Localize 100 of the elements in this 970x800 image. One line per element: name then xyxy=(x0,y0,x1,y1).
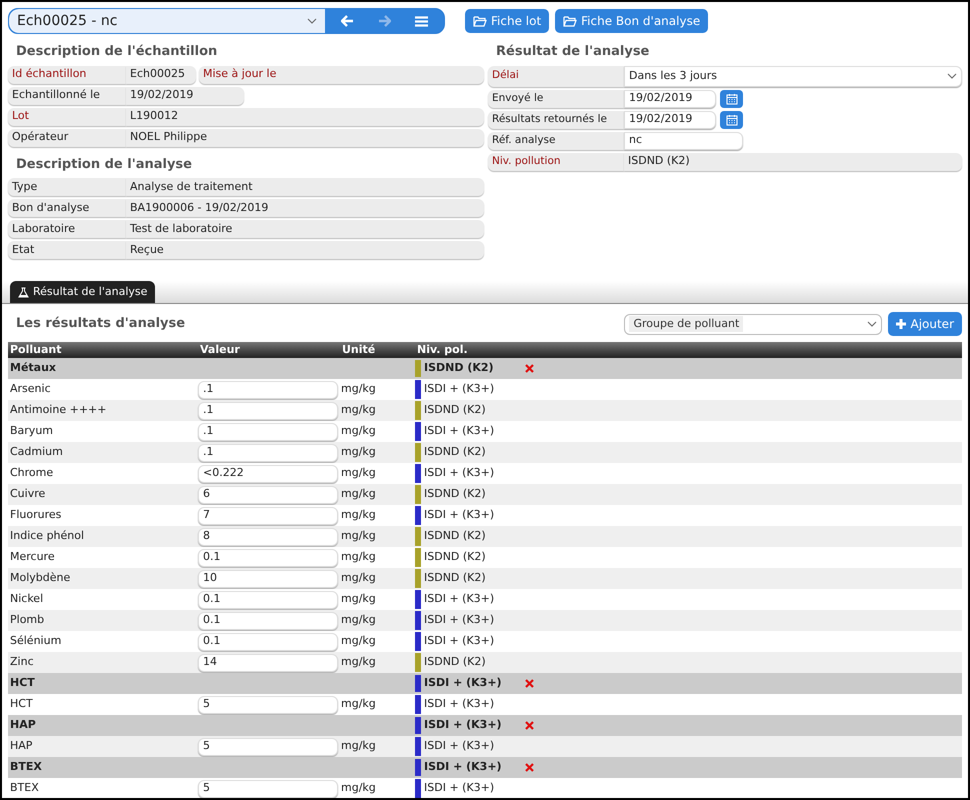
level-text: ISDND (K2) xyxy=(424,570,486,586)
pollutant-name: Baryum xyxy=(9,423,54,440)
pollutant-name: Zinc xyxy=(9,654,35,670)
level-text: ISDND (K2) xyxy=(424,444,486,460)
value-field[interactable]: 10 xyxy=(198,570,338,588)
group-level: ISDI + (K3+) xyxy=(424,759,502,776)
pollutant-group-select[interactable]: Groupe de polluant xyxy=(624,314,882,334)
value-field[interactable]: <0.222 xyxy=(198,464,338,482)
column-header: Valeur xyxy=(199,342,241,358)
value-field[interactable]: 5 xyxy=(198,780,338,798)
level-text: ISDI + (K3+) xyxy=(424,633,494,650)
field-value: Test de laboratoire xyxy=(126,220,484,238)
level-text: ISDND (K2) xyxy=(424,402,486,418)
field-label: Résultats retournés le xyxy=(488,110,624,128)
value-field[interactable]: .1 xyxy=(198,444,338,462)
section-title: Description de l'analyse xyxy=(15,156,193,174)
unit-text: mg/kg xyxy=(340,507,377,524)
unit-text: mg/kg xyxy=(340,633,377,650)
delete-icon[interactable] xyxy=(525,679,534,688)
date-field[interactable]: 19/02/2019 xyxy=(624,90,716,108)
section-title: Résultat de l'analyse xyxy=(495,43,650,61)
field-label: Lot xyxy=(8,108,126,126)
level-text: ISDI + (K3+) xyxy=(424,696,494,712)
calendar-button[interactable] xyxy=(720,90,743,108)
level-text: ISDND (K2) xyxy=(424,486,486,502)
date-field[interactable]: 19/02/2019 xyxy=(624,110,716,128)
pollutant-name: Chrome xyxy=(9,465,54,482)
unit-text: mg/kg xyxy=(340,444,377,460)
value-field[interactable]: 7 xyxy=(198,506,338,524)
tab[interactable]: Résultat de l'analyse xyxy=(10,281,156,303)
unit-text: mg/kg xyxy=(340,738,377,754)
unit-text: mg/kg xyxy=(340,591,377,608)
delete-icon[interactable] xyxy=(525,721,534,730)
chevron-down-icon xyxy=(947,73,957,79)
value-field[interactable]: 14 xyxy=(198,654,338,672)
pollutant-name: Nickel xyxy=(9,591,44,608)
level-text: ISDND (K2) xyxy=(424,528,486,544)
value-field[interactable]: .1 xyxy=(198,422,338,440)
folder-button[interactable]: Fiche lot xyxy=(465,9,550,33)
field-label: Etat xyxy=(8,241,126,259)
value-field[interactable]: .1 xyxy=(198,380,338,398)
field-label: Laboratoire xyxy=(8,220,126,238)
add-button[interactable]: Ajouter xyxy=(888,312,962,336)
pollutant-name: HCT xyxy=(9,696,34,712)
level-text: ISDI + (K3+) xyxy=(424,738,494,754)
value-field[interactable]: 6 xyxy=(198,486,338,504)
field-label: Réf. analyse xyxy=(488,132,624,150)
field-label: Envoyé le xyxy=(488,90,624,108)
text-field[interactable]: nc xyxy=(624,132,743,150)
delete-icon[interactable] xyxy=(525,364,534,373)
group-level: ISDND (K2) xyxy=(424,360,494,376)
field-label: Mise à jour le xyxy=(203,66,276,82)
pollutant-name: Plomb xyxy=(9,612,46,628)
unit-text: mg/kg xyxy=(340,381,377,398)
value-field[interactable]: 5 xyxy=(198,738,338,756)
delete-icon[interactable] xyxy=(525,763,534,772)
plus-icon xyxy=(896,319,906,329)
field-label: Echantillonné le xyxy=(8,86,126,104)
column-header: Unité xyxy=(341,342,376,358)
field-label: Opérateur xyxy=(8,128,126,146)
value-field[interactable]: 0.1 xyxy=(198,590,338,608)
pollutant-name: BTEX xyxy=(9,780,40,796)
unit-text: mg/kg xyxy=(340,465,377,482)
unit-text: mg/kg xyxy=(340,696,377,712)
field-label: Délai xyxy=(488,66,624,86)
value-field[interactable]: 0.1 xyxy=(198,548,338,566)
pollutant-name: Mercure xyxy=(9,549,56,566)
level-text: ISDND (K2) xyxy=(424,654,486,670)
calendar-button[interactable] xyxy=(720,110,743,128)
unit-text: mg/kg xyxy=(340,402,377,418)
field-value: L190012 xyxy=(126,108,484,126)
value-field[interactable]: 0.1 xyxy=(198,632,338,650)
unit-text: mg/kg xyxy=(340,486,377,502)
level-text: ISDI + (K3+) xyxy=(424,591,494,608)
level-text: ISDI + (K3+) xyxy=(424,381,494,398)
group-level: ISDI + (K3+) xyxy=(424,675,502,692)
group-name: HCT xyxy=(9,675,36,692)
field-label: Type xyxy=(8,178,126,196)
unit-text: mg/kg xyxy=(340,423,377,440)
group-name: Métaux xyxy=(9,360,58,376)
unit-text: mg/kg xyxy=(340,612,377,628)
unit-text: mg/kg xyxy=(340,549,377,566)
value-field[interactable]: 0.1 xyxy=(198,612,338,630)
level-text: ISDI + (K3+) xyxy=(424,423,494,440)
folder-button[interactable]: Fiche Bon d'analyse xyxy=(555,9,708,33)
value-field[interactable]: 8 xyxy=(198,528,338,546)
group-name: BTEX xyxy=(9,759,43,776)
unit-text: mg/kg xyxy=(340,654,377,670)
value-field[interactable]: 5 xyxy=(198,696,338,714)
group-level: ISDI + (K3+) xyxy=(424,717,502,734)
section-title: Les résultats d'analyse xyxy=(15,315,186,334)
column-header: Niv. pol. xyxy=(416,342,469,358)
level-text: ISDND (K2) xyxy=(424,549,486,566)
delay-select[interactable]: Dans les 3 jours xyxy=(624,66,962,86)
field-value: Ech00025 xyxy=(126,66,196,84)
value-field[interactable]: .1 xyxy=(198,402,338,420)
field-value: 19/02/2019 xyxy=(126,86,244,104)
folder-icon xyxy=(563,16,578,26)
unit-text: mg/kg xyxy=(340,570,377,586)
chevron-down-icon xyxy=(867,321,878,327)
